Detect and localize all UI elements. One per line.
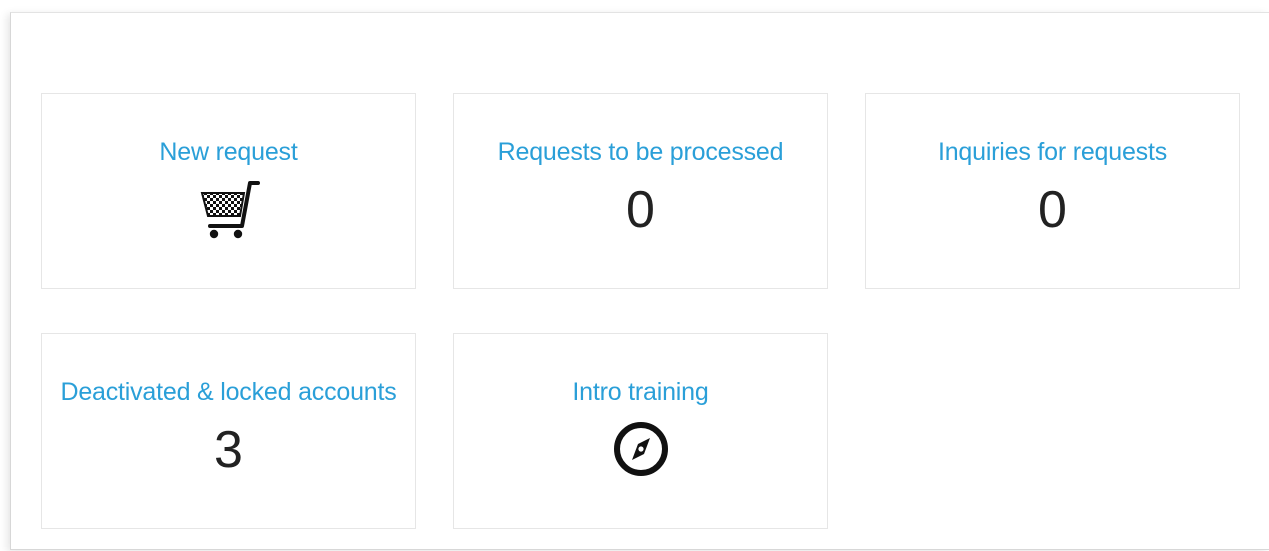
- tile-intro-training[interactable]: Intro training: [453, 333, 828, 529]
- tile-requests-to-be-processed[interactable]: Requests to be processed 0: [453, 93, 828, 289]
- tile-count: 0: [626, 181, 655, 239]
- tile-deactivated-locked-accounts[interactable]: Deactivated & locked accounts 3: [41, 333, 416, 529]
- tile-title[interactable]: Inquiries for requests: [866, 138, 1239, 167]
- tile-count: 3: [214, 421, 243, 479]
- tile-new-request[interactable]: New request: [41, 93, 416, 289]
- tile-title[interactable]: Requests to be processed: [454, 138, 827, 167]
- tile-inquiries-for-requests[interactable]: Inquiries for requests 0: [865, 93, 1240, 289]
- tile-title[interactable]: Deactivated & locked accounts: [42, 378, 415, 407]
- compass-icon: [612, 420, 670, 483]
- shopping-cart-icon: [198, 180, 260, 245]
- tile-title[interactable]: New request: [42, 138, 415, 167]
- tile-count: 0: [1038, 181, 1067, 239]
- tile-title[interactable]: Intro training: [454, 378, 827, 407]
